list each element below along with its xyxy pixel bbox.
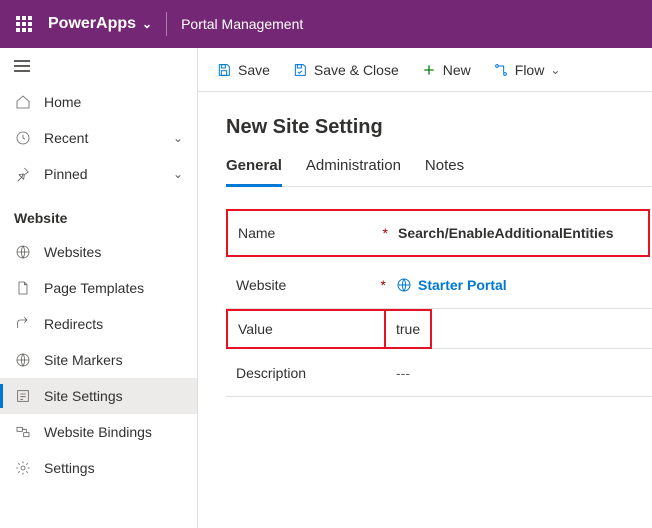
nav-label: Page Templates bbox=[44, 280, 183, 296]
hamburger-icon bbox=[14, 60, 30, 72]
field-label: Value bbox=[226, 309, 386, 349]
nav-site-markers[interactable]: Site Markers bbox=[0, 342, 197, 378]
field-name[interactable]: Name * Search/EnableAdditionalEntities bbox=[226, 209, 650, 257]
tab-strip: General Administration Notes bbox=[226, 157, 652, 187]
chevron-down-icon: ⌄ bbox=[173, 167, 183, 181]
field-label: Description bbox=[236, 365, 396, 381]
nav-label: Site Markers bbox=[44, 352, 183, 368]
cmd-label: New bbox=[443, 62, 471, 78]
page-icon bbox=[14, 279, 32, 297]
app-name: Portal Management bbox=[181, 16, 303, 32]
lookup-website[interactable]: Starter Portal bbox=[396, 277, 642, 293]
flow-button[interactable]: Flow ⌄ bbox=[485, 54, 569, 86]
save-icon bbox=[216, 62, 232, 78]
waffle-icon bbox=[16, 16, 32, 32]
chevron-down-icon: ⌄ bbox=[550, 63, 560, 77]
save-close-icon bbox=[292, 62, 308, 78]
tab-notes[interactable]: Notes bbox=[425, 157, 464, 186]
nav-label: Websites bbox=[44, 244, 183, 260]
app-header: PowerApps ⌄ Portal Management bbox=[0, 0, 652, 48]
field-value-row[interactable]: Value true bbox=[226, 309, 652, 349]
nav-label: Site Settings bbox=[44, 388, 183, 404]
nav-page-templates[interactable]: Page Templates bbox=[0, 270, 197, 306]
cmd-label: Flow bbox=[515, 62, 545, 78]
new-button[interactable]: New bbox=[413, 54, 479, 86]
field-value-description[interactable]: --- bbox=[396, 365, 642, 381]
brand-switcher[interactable]: PowerApps ⌄ bbox=[48, 15, 152, 33]
nav-label: Pinned bbox=[44, 166, 161, 182]
required-indicator: * bbox=[381, 277, 396, 293]
pin-icon bbox=[14, 165, 32, 183]
nav-label: Home bbox=[44, 94, 183, 110]
main: Save Save & Close New Flow ⌄ bbox=[198, 48, 652, 528]
nav-site-settings[interactable]: Site Settings bbox=[0, 378, 197, 414]
globe-icon bbox=[396, 277, 412, 293]
lookup-value: Starter Portal bbox=[418, 277, 507, 293]
content: New Site Setting General Administration … bbox=[198, 92, 652, 528]
field-website[interactable]: Website * Starter Portal bbox=[226, 261, 652, 309]
nav-label: Recent bbox=[44, 130, 161, 146]
redirect-icon bbox=[14, 315, 32, 333]
nav-recent[interactable]: Recent ⌄ bbox=[0, 120, 197, 156]
cmd-label: Save & Close bbox=[314, 62, 399, 78]
brand-name: PowerApps bbox=[48, 15, 136, 33]
nav-redirects[interactable]: Redirects bbox=[0, 306, 197, 342]
globe-icon bbox=[14, 351, 32, 369]
nav-top: Home Recent ⌄ Pinned ⌄ bbox=[0, 84, 197, 192]
field-value-value[interactable]: true bbox=[386, 309, 432, 349]
sidebar: Home Recent ⌄ Pinned ⌄ Website bbox=[0, 48, 198, 528]
save-close-button[interactable]: Save & Close bbox=[284, 54, 407, 86]
nav-label: Redirects bbox=[44, 316, 183, 332]
required-indicator: * bbox=[383, 225, 398, 241]
tab-general[interactable]: General bbox=[226, 157, 282, 187]
bindings-icon bbox=[14, 423, 32, 441]
collapse-nav-button[interactable] bbox=[0, 48, 197, 84]
globe-icon bbox=[14, 243, 32, 261]
nav-home[interactable]: Home bbox=[0, 84, 197, 120]
nav-website: Websites Page Templates Redirects Site M… bbox=[0, 234, 197, 486]
chevron-down-icon: ⌄ bbox=[142, 17, 152, 31]
nav-settings[interactable]: Settings bbox=[0, 450, 197, 486]
nav-websites[interactable]: Websites bbox=[0, 234, 197, 270]
app-launcher-button[interactable] bbox=[8, 8, 40, 40]
nav-label: Settings bbox=[44, 460, 183, 476]
cmd-label: Save bbox=[238, 62, 270, 78]
divider bbox=[166, 12, 167, 36]
shell: Home Recent ⌄ Pinned ⌄ Website bbox=[0, 48, 652, 528]
save-button[interactable]: Save bbox=[208, 54, 278, 86]
chevron-down-icon: ⌄ bbox=[173, 131, 183, 145]
page-title: New Site Setting bbox=[226, 116, 652, 139]
nav-label: Website Bindings bbox=[44, 424, 183, 440]
home-icon bbox=[14, 93, 32, 111]
field-value-name[interactable]: Search/EnableAdditionalEntities bbox=[398, 225, 638, 241]
nav-pinned[interactable]: Pinned ⌄ bbox=[0, 156, 197, 192]
clock-icon bbox=[14, 129, 32, 147]
nav-section-header: Website bbox=[0, 192, 197, 234]
tab-administration[interactable]: Administration bbox=[306, 157, 401, 186]
field-description[interactable]: Description --- bbox=[226, 349, 652, 397]
field-label: Name * bbox=[238, 225, 398, 241]
flow-icon bbox=[493, 62, 509, 78]
gear-icon bbox=[14, 459, 32, 477]
settings-list-icon bbox=[14, 387, 32, 405]
field-label: Website * bbox=[236, 277, 396, 293]
command-bar: Save Save & Close New Flow ⌄ bbox=[198, 48, 652, 92]
plus-icon bbox=[421, 62, 437, 78]
form-general: Name * Search/EnableAdditionalEntities W… bbox=[226, 209, 652, 397]
nav-website-bindings[interactable]: Website Bindings bbox=[0, 414, 197, 450]
